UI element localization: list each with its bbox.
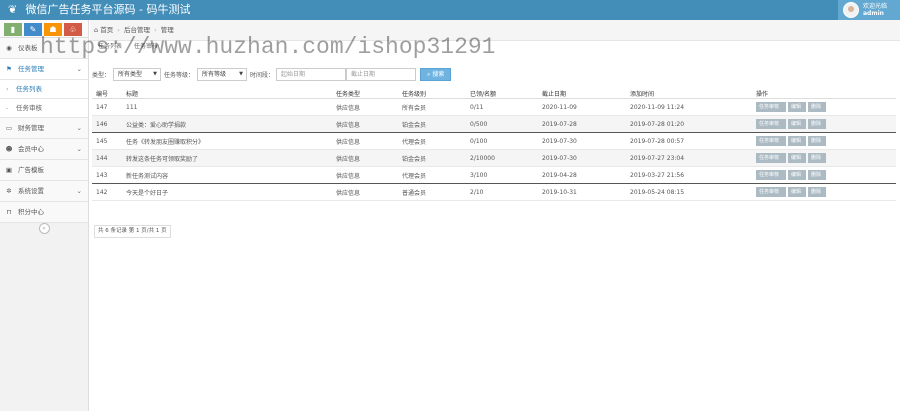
review-button[interactable]: 任务审核	[756, 153, 786, 163]
gear-icon: ✲	[6, 187, 12, 195]
table-row: 145 任务《转发朋友圈赚取积分》 供应信息 代理会员 0/100 2019-0…	[92, 132, 896, 150]
chevron-down-icon: ⌄	[76, 145, 82, 153]
edit-button[interactable]: 编辑	[788, 119, 806, 129]
col-actions: 操作	[752, 88, 896, 99]
review-button[interactable]: 任务审核	[756, 170, 786, 180]
review-button[interactable]: 任务审核	[756, 119, 786, 129]
delete-button[interactable]: 删除	[808, 153, 826, 163]
search-button[interactable]: ⌕ 搜索	[420, 67, 452, 81]
breadcrumb-section[interactable]: 后台管理	[124, 26, 150, 34]
sidebar-item-ad-templates[interactable]: ▣ 广告模板	[0, 160, 88, 181]
cogs-shortcut-button[interactable]: ♧	[64, 23, 82, 36]
breadcrumb-separator: ›	[117, 26, 120, 34]
delete-button[interactable]: 删除	[808, 136, 826, 146]
search-icon: ⌕	[427, 70, 431, 78]
avatar	[843, 2, 859, 18]
col-type[interactable]: 任务类型	[332, 88, 398, 99]
leaf-logo-icon: ❦	[8, 3, 18, 16]
main-content: ⌂ 首页 › 后台管理 › 管理 任务列表 任务审核 类型： 所有类型 ▼ 任务等…	[90, 20, 900, 411]
table-row: 147 111 供应信息 所有会员 0/11 2020-11-09 2020-1…	[92, 98, 896, 116]
flag-icon: ⚑	[6, 65, 12, 73]
sidebar-item-task-management[interactable]: ⚑ 任务管理 ⌄	[0, 59, 88, 80]
user-menu[interactable]: 欢迎光临 admin	[838, 0, 900, 20]
table-row: 143 新任务测试内容 供应信息 代理会员 3/100 2019-04-28 2…	[92, 166, 896, 184]
bookmark-icon: ⊓	[6, 208, 12, 216]
review-button[interactable]: 任务审核	[756, 187, 786, 197]
type-select[interactable]: 所有类型 ▼	[113, 67, 162, 81]
sidebar-item-finance[interactable]: ▭ 财务管理 ⌄	[0, 118, 88, 139]
col-count[interactable]: 已领/名额	[466, 88, 538, 99]
edit-button[interactable]: 编辑	[788, 153, 806, 163]
breadcrumb-page: 管理	[160, 26, 174, 34]
picture-icon: ▣	[5, 166, 13, 174]
end-date-input[interactable]: 截止日期	[346, 67, 417, 81]
level-select[interactable]: 所有等级 ▼	[197, 67, 248, 81]
sidebar-item-dashboard[interactable]: ◉ 仪表板	[0, 38, 88, 59]
chevron-down-icon: ⌄	[76, 65, 82, 73]
home-icon: ⌂	[94, 26, 99, 34]
tab-task-review[interactable]: 任务审核	[134, 43, 158, 50]
arrow-right-icon: ›	[6, 85, 9, 93]
brand[interactable]: ❦ 微信广告任务平台源码 - 码牛测试	[8, 3, 190, 17]
breadcrumb-separator: ›	[154, 26, 157, 34]
caret-down-icon: ▼	[153, 70, 158, 77]
double-chevron-left-icon: «	[38, 223, 50, 234]
delete-button[interactable]: 删除	[808, 119, 826, 129]
col-id[interactable]: 编号	[92, 88, 122, 99]
pencil-shortcut-button[interactable]: ✎	[24, 23, 42, 36]
users-shortcut-button[interactable]: ☗	[44, 23, 62, 36]
sidebar-item-members[interactable]: ☻ 会员中心 ⌄	[0, 139, 88, 160]
col-title[interactable]: 标题	[122, 88, 332, 99]
col-deadline[interactable]: 截止日期	[538, 88, 626, 99]
type-label: 类型：	[92, 71, 111, 79]
welcome-text: 欢迎光临	[863, 3, 888, 10]
sidebar-item-task-list[interactable]: › 任务列表	[0, 80, 88, 99]
chart-shortcut-button[interactable]: ▮	[4, 23, 22, 36]
top-navbar: ❦ 微信广告任务平台源码 - 码牛测试 欢迎光临 admin	[0, 0, 900, 20]
sidebar-item-settings[interactable]: ✲ 系统设置 ⌄	[0, 181, 88, 202]
table-header-row: 编号 标题 任务类型 任务级别 已领/名额 截止日期 添加时间 操作	[92, 88, 896, 99]
username: admin	[863, 10, 884, 17]
breadcrumb: ⌂ 首页 › 后台管理 › 管理	[90, 20, 900, 41]
edit-button[interactable]: 编辑	[788, 187, 806, 197]
task-table: 编号 标题 任务类型 任务级别 已领/名额 截止日期 添加时间 操作 147 1…	[92, 88, 896, 201]
sidebar-item-task-review[interactable]: - 任务审核	[0, 99, 88, 118]
delete-button[interactable]: 删除	[808, 187, 826, 197]
table-row: 142 今天是个好日子 供应信息 普通会员 2/10 2019-10-31 20…	[92, 183, 896, 201]
table-row: 144 转发这条任务可领取奖励了 供应信息 铂金会员 2/10000 2019-…	[92, 149, 896, 167]
table-row: 146 公益类：爱心助学捐款 供应信息 铂金会员 0/500 2019-07-2…	[92, 115, 896, 133]
review-button[interactable]: 任务审核	[756, 136, 786, 146]
pagination-info: 共 6 条记录 第 1 页/共 1 页	[94, 225, 171, 238]
edit-button[interactable]: 编辑	[788, 136, 806, 146]
review-button[interactable]: 任务审核	[756, 102, 786, 112]
dot-icon: -	[6, 104, 9, 112]
dashboard-icon: ◉	[6, 44, 12, 52]
col-level[interactable]: 任务级别	[398, 88, 466, 99]
delete-button[interactable]: 删除	[808, 170, 826, 180]
sub-tabs: 任务列表 任务审核	[90, 41, 900, 53]
tab-task-list[interactable]: 任务列表	[98, 43, 122, 50]
delete-button[interactable]: 删除	[808, 102, 826, 112]
edit-button[interactable]: 编辑	[788, 102, 806, 112]
caret-down-icon: ▼	[239, 70, 244, 77]
user-icon: ☻	[5, 145, 13, 153]
sidebar-item-points[interactable]: ⊓ 积分中心	[0, 202, 88, 223]
card-icon: ▭	[5, 124, 13, 132]
chevron-down-icon: ⌄	[76, 124, 82, 132]
edit-button[interactable]: 编辑	[788, 170, 806, 180]
start-date-input[interactable]: 起始日期	[276, 67, 347, 81]
filter-bar: 类型： 所有类型 ▼ 任务等级： 所有等级 ▼ 时间段： 起始日期 截止日期 ⌕ 搜…	[92, 67, 452, 81]
level-label: 任务等级：	[164, 71, 195, 79]
sidebar-collapse-toggle[interactable]: «	[0, 223, 88, 235]
sidebar: ▮ ✎ ☗ ♧ ◉ 仪表板 ⚑ 任务管理 ⌄ › 任务列表 - 任务审核 ▭ 财务管理 ⌄ ☻…	[0, 20, 89, 411]
breadcrumb-home[interactable]: 首页	[100, 26, 113, 34]
time-label: 时间段：	[250, 71, 275, 79]
app-title: 微信广告任务平台源码 - 码牛测试	[25, 3, 191, 16]
chevron-down-icon: ⌄	[76, 187, 82, 195]
col-added[interactable]: 添加时间	[626, 88, 752, 99]
shortcut-buttons: ▮ ✎ ☗ ♧	[0, 20, 88, 38]
